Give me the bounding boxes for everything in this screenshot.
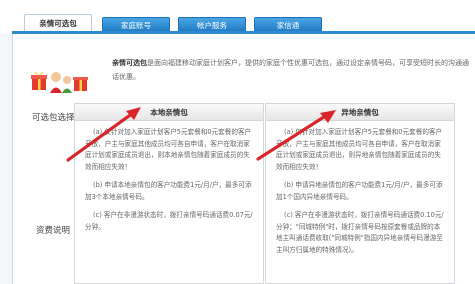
remote-package-rule-c: (c) 客户在非漫游状态时，拨打亲情号码通话费0.10元/分钟；"同城特例"时，… [276,211,444,254]
local-package-title[interactable]: 本地亲情包 [75,104,263,121]
tab-family-message[interactable]: 家信通 [254,17,322,32]
local-package-card[interactable]: 本地亲情包 (a) 仅针对加入家庭计划客户5元套餐和0元套餐的客户开放，户主与家… [74,103,264,284]
gift-family-icon [31,71,88,93]
tab-account-service[interactable]: 帐户服务 [178,17,246,32]
tab-family-account[interactable]: 家庭账号 [102,17,170,32]
local-package-rule-a: (a) 仅针对加入家庭计划客户5元套餐和0元套餐的客户开放，户主与家庭其他成员均… [85,128,252,171]
local-package-rule-c: (c) 客户在非漫游状态时，拨打亲情号码通话费0.07元/分钟。 [85,211,253,231]
intro-lead: 亲情可选包 [112,59,147,67]
local-package-body: (a) 仅针对加入家庭计划客户5元套餐和0元套餐的客户开放，户主与家庭其他成员均… [75,121,263,233]
tariff-label: 资费说明 [36,226,71,236]
remote-package-rule-b: (b) 申请异地亲情包的客户功能费1元/月/户，最多可添加1个国内异地亲情号码。 [276,181,443,201]
intro-description: 亲情可选包是面向福建移动家庭计划客户，提供的家庭个性优惠可选包，通过设定亲情号码… [112,56,472,84]
remote-package-rule-a: (a) 仅针对加入家庭计划客户5元套餐和0元套餐的客户开放，户主与家庭其他成员均… [276,128,443,171]
local-package-rule-b: (b) 申请本地亲情包的客户功能费1元/月/户，最多可添加3个本地亲情号码。 [85,181,252,201]
tab-bar: 亲情可选包 家庭账号 帐户服务 家信通 [0,0,475,34]
remote-package-card[interactable]: 异地亲情包 (a) 仅针对加入家庭计划客户5元套餐和0元套餐的客户开放，户主与家… [265,103,455,284]
remote-package-title[interactable]: 异地亲情包 [266,104,454,121]
remote-package-body: (a) 仅针对加入家庭计划客户5元套餐和0元套餐的客户开放，户主与家庭其他成员均… [266,121,454,256]
intro-body: 是面向福建移动家庭计划客户，提供的家庭个性优惠可选包，通过设定亲情号码，可享受短… [112,59,469,81]
optional-package-label: 可选包选择 [32,113,75,123]
